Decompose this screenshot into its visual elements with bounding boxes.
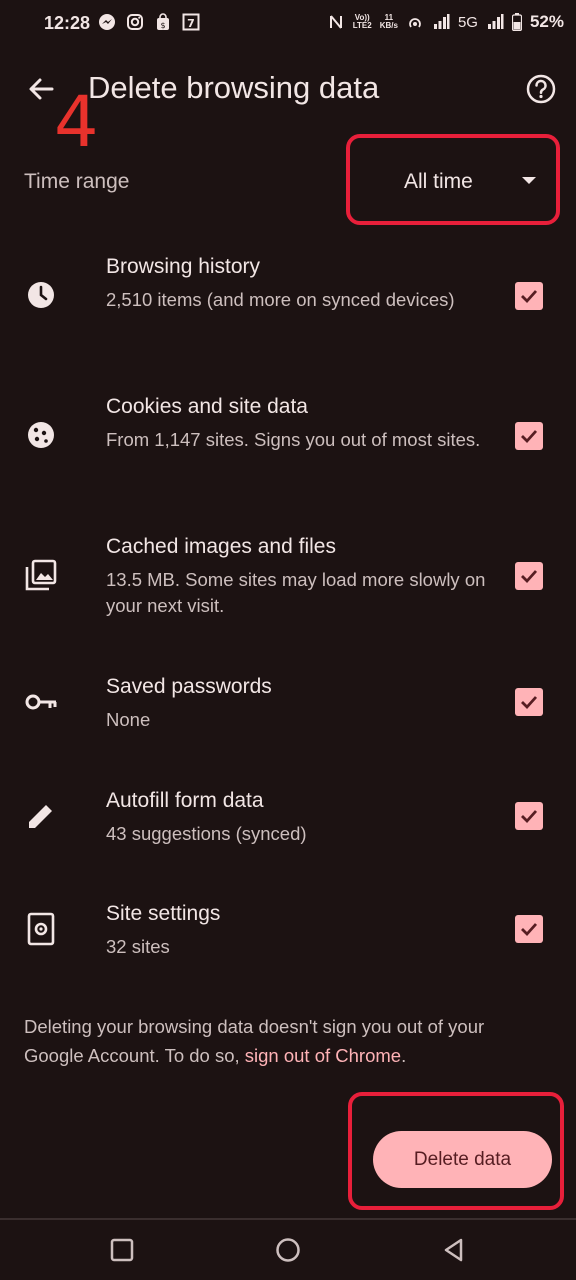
checkmark-icon	[521, 430, 538, 444]
hotspot-icon	[409, 18, 421, 28]
checkbox-cached-images[interactable]	[515, 562, 543, 590]
instagram-icon	[127, 14, 143, 30]
key-icon	[25, 694, 57, 710]
checkbox-cookies[interactable]	[515, 422, 543, 450]
option-autofill[interactable]: Autofill form data 43 suggestions (synce…	[0, 784, 576, 879]
help-circle-icon	[526, 74, 556, 104]
option-title: Cached images and files	[106, 535, 336, 558]
option-cached-images[interactable]: Cached images and files 13.5 MB. Some si…	[0, 530, 576, 650]
checkbox-site-settings[interactable]	[515, 915, 543, 943]
status-time: 12:28	[44, 13, 91, 33]
option-title: Browsing history	[106, 255, 261, 278]
lte-label: LTE2	[352, 21, 372, 30]
speed-unit: KB/s	[379, 21, 398, 30]
system-nav-bar	[0, 1220, 576, 1280]
option-subtitle: 32 sites	[106, 936, 170, 957]
option-title: Saved passwords	[106, 675, 272, 698]
shopping-bag-icon: $	[157, 13, 169, 30]
checkbox-autofill[interactable]	[515, 802, 543, 830]
option-title: Site settings	[106, 902, 221, 925]
option-title: Autofill form data	[106, 789, 264, 812]
network-type: 5G	[457, 13, 478, 31]
calendar-7-icon: 7	[182, 13, 200, 31]
signal-icon-2	[487, 14, 504, 29]
option-subtitle: 13.5 MB. Some sites may load more slowly…	[106, 569, 486, 616]
messenger-icon	[99, 14, 115, 30]
volte-indicator: Vo)) LTE2	[353, 14, 372, 30]
option-title: Cookies and site data	[106, 395, 308, 418]
checkmark-icon	[521, 696, 538, 710]
option-site-settings[interactable]: Site settings 32 sites	[0, 897, 576, 992]
home-button[interactable]	[275, 1237, 301, 1263]
option-saved-passwords[interactable]: Saved passwords None	[0, 670, 576, 765]
images-icon	[25, 559, 57, 591]
option-subtitle: 43 suggestions (synced)	[106, 823, 307, 844]
square-icon	[110, 1238, 134, 1262]
triangle-back-icon	[444, 1238, 463, 1262]
status-bar: 12:28 $ 7 Vo)) LTE2 11 KB/s 5G 52%	[0, 0, 576, 48]
option-subtitle: From 1,147 sites. Signs you out of most …	[106, 429, 481, 450]
sign-out-link[interactable]: sign out of Chrome	[245, 1045, 401, 1066]
site-settings-icon	[27, 912, 55, 946]
notification-icons: $ 7	[98, 13, 200, 31]
svg-text:$: $	[160, 21, 165, 30]
option-subtitle: 2,510 items (and more on synced devices)	[106, 289, 455, 310]
battery-percent: 52%	[529, 12, 564, 31]
back-button[interactable]	[24, 72, 58, 106]
checkbox-browsing-history[interactable]	[515, 282, 543, 310]
checkmark-icon	[521, 570, 538, 584]
checkbox-saved-passwords[interactable]	[515, 688, 543, 716]
checkmark-icon	[521, 923, 538, 937]
arrow-left-icon	[29, 78, 54, 100]
annotation-highlight-delete-button	[348, 1092, 564, 1210]
history-clock-icon	[28, 282, 54, 308]
annotation-step-number: 4	[54, 81, 99, 163]
cookie-icon	[28, 422, 54, 448]
back-nav-button[interactable]	[441, 1237, 467, 1263]
circle-icon	[276, 1238, 300, 1262]
checkmark-icon	[521, 290, 538, 304]
checkmark-icon	[521, 810, 538, 824]
signal-icon	[433, 14, 450, 29]
option-browsing-history[interactable]: Browsing history 2,510 items (and more o…	[0, 250, 576, 370]
nfc-icon	[329, 15, 342, 29]
time-range-label: Time range	[24, 170, 130, 193]
option-subtitle: None	[106, 709, 151, 730]
system-status: Vo)) LTE2 11 KB/s 5G 52%	[327, 12, 564, 32]
network-speed: 11 KB/s	[380, 14, 398, 30]
battery-icon	[511, 13, 522, 31]
footer-info: Deleting your browsing data doesn't sign…	[24, 1012, 544, 1070]
recents-button[interactable]	[109, 1237, 135, 1263]
option-cookies[interactable]: Cookies and site data From 1,147 sites. …	[0, 390, 576, 510]
screen: 12:28 $ 7 Vo)) LTE2 11 KB/s 5G 52% Delet…	[0, 0, 576, 1280]
help-button[interactable]	[524, 72, 558, 106]
page-title: Delete browsing data	[88, 70, 380, 105]
footer-end: .	[401, 1045, 407, 1066]
annotation-highlight-time-range	[346, 134, 560, 225]
svg-text:7: 7	[187, 17, 195, 30]
pencil-icon	[29, 805, 52, 828]
